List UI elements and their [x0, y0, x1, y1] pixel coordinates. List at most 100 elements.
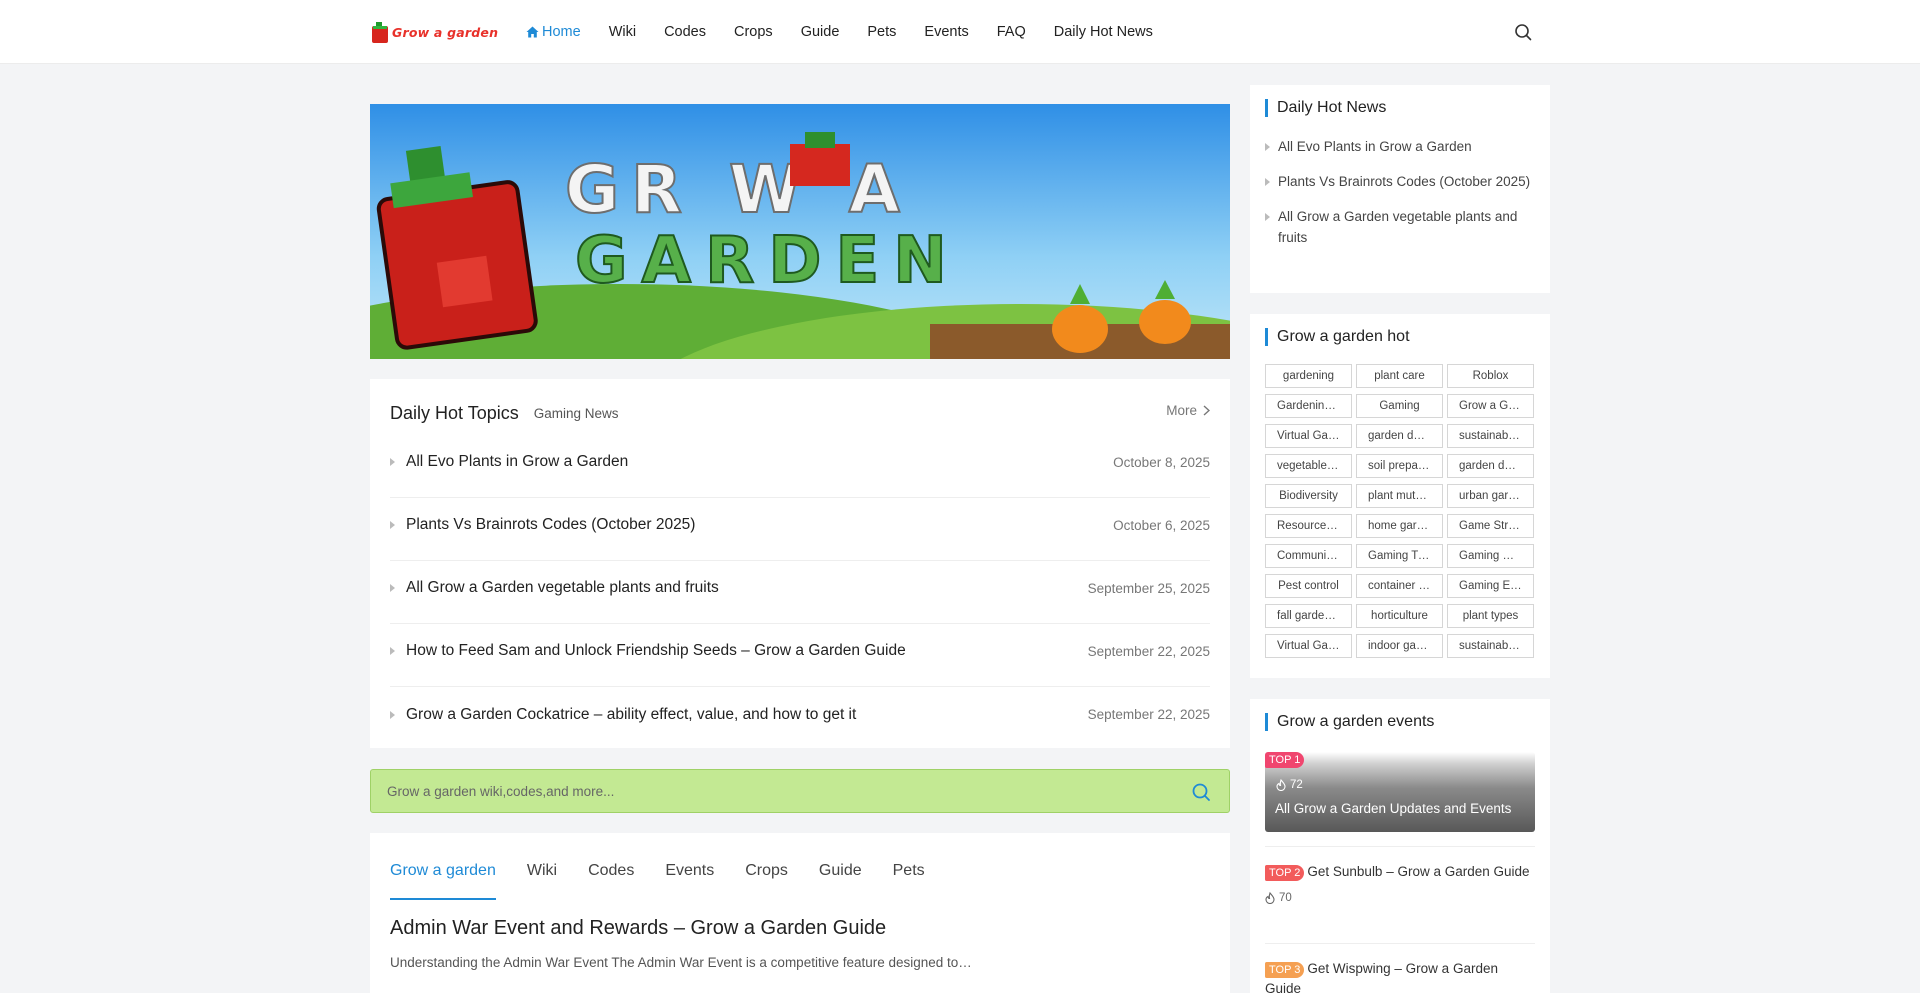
- tab-events[interactable]: Events: [665, 841, 714, 900]
- tag[interactable]: Virtual Gardening: [1265, 424, 1352, 448]
- nav-events[interactable]: Events: [924, 24, 968, 40]
- topic-row[interactable]: Grow a Garden Cockatrice – ability effec…: [390, 687, 1210, 750]
- nav-pets[interactable]: Pets: [867, 24, 896, 40]
- sidebar-daily-hot-news: Daily Hot News All Evo Plants in Grow a …: [1250, 85, 1550, 293]
- topics-more-link[interactable]: More: [1166, 403, 1210, 418]
- search-input[interactable]: [387, 770, 1167, 812]
- topic-title[interactable]: Plants Vs Brainrots Codes (October 2025): [406, 516, 695, 534]
- tab-wiki[interactable]: Wiki: [527, 841, 557, 900]
- topic-title[interactable]: How to Feed Sam and Unlock Friendship Se…: [406, 642, 906, 660]
- topic-left: Grow a Garden Cockatrice – ability effec…: [390, 706, 856, 724]
- tab-grow-a-garden[interactable]: Grow a garden: [390, 841, 496, 900]
- bullet-triangle-icon: [390, 647, 395, 655]
- topic-row[interactable]: Plants Vs Brainrots Codes (October 2025)…: [390, 498, 1210, 561]
- logo-text: Grow a garden: [392, 24, 499, 40]
- topic-date: October 8, 2025: [1113, 454, 1210, 470]
- tab-crops[interactable]: Crops: [745, 841, 788, 900]
- divider: [1265, 846, 1535, 847]
- event-item-title-row: TOP 3 Get Wispwing – Grow a Garden Guide: [1265, 959, 1535, 993]
- tab-pets[interactable]: Pets: [893, 841, 925, 900]
- topics-title: Daily Hot Topics: [390, 402, 519, 423]
- sidebar-events-title: Grow a garden events: [1265, 713, 1434, 731]
- nav-home[interactable]: Home: [526, 24, 581, 40]
- event-item-title-row: TOP 2 Get Sunbulb – Grow a Garden Guide: [1265, 862, 1535, 882]
- search-icon[interactable]: [1514, 23, 1532, 41]
- tag[interactable]: Grow a Garden: [1447, 394, 1534, 418]
- tag[interactable]: Pest control: [1265, 574, 1352, 598]
- tab-codes[interactable]: Codes: [588, 841, 634, 900]
- topic-list: All Evo Plants in Grow a Garden October …: [390, 435, 1210, 750]
- topic-title[interactable]: All Grow a Garden vegetable plants and f…: [406, 579, 719, 597]
- news-item[interactable]: All Grow a Garden vegetable plants and f…: [1265, 206, 1535, 248]
- like-count: 70: [1265, 888, 1535, 908]
- tag[interactable]: plant types: [1447, 604, 1534, 628]
- nav-wiki[interactable]: Wiki: [609, 24, 636, 40]
- tag[interactable]: Gaming Tips: [1356, 544, 1443, 568]
- tab-guide[interactable]: Guide: [819, 841, 862, 900]
- tag[interactable]: Community Events: [1265, 544, 1352, 568]
- nav-faq[interactable]: FAQ: [997, 24, 1026, 40]
- topics-subtitle[interactable]: Gaming News: [534, 406, 619, 421]
- tag[interactable]: plant mutations: [1356, 484, 1443, 508]
- site-header: Grow a garden Home Wiki Codes Crops Guid…: [0, 0, 1920, 64]
- event-item-top3[interactable]: TOP 3 Get Wispwing – Grow a Garden Guide: [1265, 959, 1535, 993]
- nav-home-label: Home: [542, 24, 581, 40]
- news-item[interactable]: Plants Vs Brainrots Codes (October 2025): [1265, 171, 1535, 192]
- topic-title[interactable]: All Evo Plants in Grow a Garden: [406, 453, 628, 471]
- tag[interactable]: home gardening: [1356, 514, 1443, 538]
- tag[interactable]: Roblox: [1447, 364, 1534, 388]
- topic-row[interactable]: All Grow a Garden vegetable plants and f…: [390, 561, 1210, 624]
- banner-image: GR W A GARDEN: [370, 104, 1230, 359]
- tag[interactable]: vegetable gardening: [1265, 454, 1352, 478]
- topic-left: Plants Vs Brainrots Codes (October 2025): [390, 516, 695, 534]
- category-tabs: Grow a garden Wiki Codes Events Crops Gu…: [390, 833, 956, 900]
- topic-date: September 25, 2025: [1087, 580, 1210, 596]
- nav-guide[interactable]: Guide: [801, 24, 840, 40]
- topic-left: How to Feed Sam and Unlock Friendship Se…: [390, 642, 906, 660]
- nav-daily-hot-news[interactable]: Daily Hot News: [1054, 24, 1153, 40]
- bullet-triangle-icon: [1265, 143, 1270, 151]
- nav-codes[interactable]: Codes: [664, 24, 706, 40]
- hero-banner[interactable]: GR W A GARDEN: [370, 104, 1230, 359]
- tag[interactable]: gardening: [1265, 364, 1352, 388]
- tag[interactable]: Biodiversity: [1265, 484, 1352, 508]
- topic-row[interactable]: All Evo Plants in Grow a Garden October …: [390, 435, 1210, 498]
- bullet-triangle-icon: [390, 521, 395, 529]
- tag[interactable]: fall gardening: [1265, 604, 1352, 628]
- tag[interactable]: container gardening: [1356, 574, 1443, 598]
- nav-crops[interactable]: Crops: [734, 24, 773, 40]
- article-excerpt: Understanding the Admin War Event The Ad…: [390, 955, 972, 970]
- event-card-title: All Grow a Garden Updates and Events: [1275, 801, 1512, 816]
- tag[interactable]: Gaming Guide: [1447, 544, 1534, 568]
- tag[interactable]: indoor gardening: [1356, 634, 1443, 658]
- tag[interactable]: Gaming: [1356, 394, 1443, 418]
- tag[interactable]: garden design: [1356, 424, 1443, 448]
- topic-title[interactable]: Grow a Garden Cockatrice – ability effec…: [406, 706, 856, 724]
- site-logo[interactable]: Grow a garden: [370, 18, 498, 46]
- tag[interactable]: Gardening Tips: [1265, 394, 1352, 418]
- topic-row[interactable]: How to Feed Sam and Unlock Friendship Se…: [390, 624, 1210, 687]
- tag[interactable]: Resource Management: [1265, 514, 1352, 538]
- tag[interactable]: garden decor: [1447, 454, 1534, 478]
- article-title[interactable]: Admin War Event and Rewards – Grow a Gar…: [390, 917, 886, 940]
- search-submit-icon[interactable]: [1191, 782, 1211, 802]
- tag[interactable]: plant care: [1356, 364, 1443, 388]
- tag[interactable]: soil preparation: [1356, 454, 1443, 478]
- category-tabs-panel: Grow a garden Wiki Codes Events Crops Gu…: [370, 833, 1230, 993]
- event-item-top2[interactable]: TOP 2 Get Sunbulb – Grow a Garden Guide 7…: [1265, 862, 1535, 908]
- tag[interactable]: Game Strategy: [1447, 514, 1534, 538]
- news-item[interactable]: All Evo Plants in Grow a Garden: [1265, 136, 1535, 157]
- news-list: All Evo Plants in Grow a Garden Plants V…: [1265, 136, 1535, 262]
- flame-icon: [1276, 779, 1286, 791]
- topics-header: Daily Hot Topics Gaming News More: [390, 401, 1210, 425]
- like-count-value: 70: [1279, 892, 1292, 904]
- tag[interactable]: Gaming Events: [1447, 574, 1534, 598]
- tag[interactable]: horticulture: [1356, 604, 1443, 628]
- event-card-top1[interactable]: TOP 1 72 All Grow a Garden Updates and E…: [1265, 752, 1535, 832]
- tag[interactable]: sustainable gardening: [1447, 424, 1534, 448]
- topic-left: All Evo Plants in Grow a Garden: [390, 453, 628, 471]
- tag[interactable]: Virtual Garden: [1265, 634, 1352, 658]
- tag[interactable]: urban gardening: [1447, 484, 1534, 508]
- tag[interactable]: sustainable living: [1447, 634, 1534, 658]
- like-count: 72: [1276, 779, 1303, 791]
